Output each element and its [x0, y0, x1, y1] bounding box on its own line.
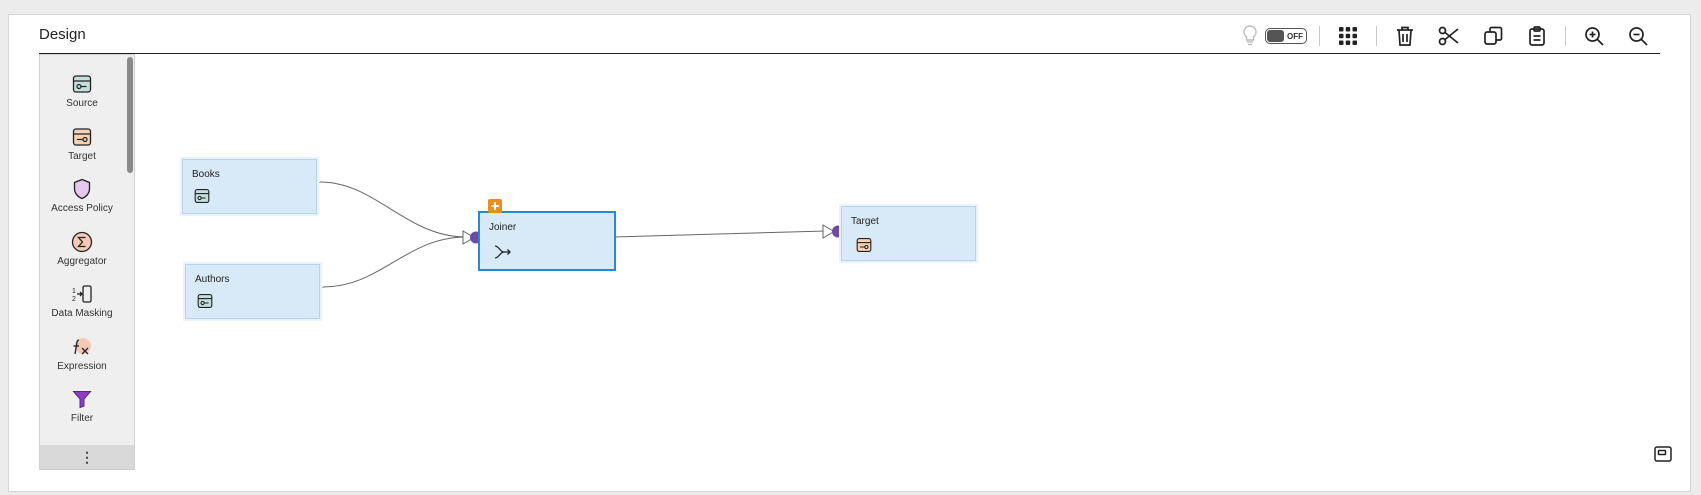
palette-item-label: Aggregator [57, 256, 107, 267]
palette-item-label: Target [68, 151, 96, 162]
zoom-in-icon[interactable] [1572, 23, 1616, 49]
palette-item-label: Data Masking [51, 308, 113, 319]
toolbar: OFF [1237, 23, 1660, 49]
toolbar-divider [1319, 26, 1320, 46]
add-badge[interactable] [488, 199, 502, 213]
trash-icon[interactable] [1383, 23, 1427, 49]
palette-item-target[interactable]: Target [40, 126, 124, 162]
palette-item-aggregator[interactable]: Aggregator [40, 231, 124, 267]
palette-item-filter[interactable]: Filter [40, 388, 124, 424]
recommendation-toggle[interactable]: OFF [1265, 28, 1307, 44]
node-authors[interactable]: Authors [185, 264, 320, 319]
data-masking-icon: 12 [40, 283, 124, 305]
node-label: Joiner [489, 222, 517, 233]
palette-item-data-masking[interactable]: 12 Data Masking [40, 283, 124, 319]
node-joiner[interactable]: Joiner [478, 211, 616, 271]
palette-item-source[interactable]: Source [40, 73, 124, 109]
svg-text:2: 2 [72, 296, 76, 303]
node-label: Authors [195, 274, 230, 285]
palette-more-button[interactable]: ⋮ [40, 445, 134, 469]
svg-text:1: 1 [72, 288, 76, 295]
design-panel: Design OFF Source Target Access Policy A… [8, 14, 1691, 492]
more-icon: ⋮ [80, 448, 94, 465]
palette-item-label: Access Policy [51, 203, 113, 214]
filter-icon [40, 388, 124, 410]
node-target[interactable]: Target [841, 206, 976, 261]
palette-item-label: Expression [57, 361, 107, 372]
shield-icon [40, 178, 124, 200]
source-icon [40, 73, 124, 95]
mapping-canvas[interactable]: Books Authors Joiner Target [136, 54, 1690, 491]
plus-icon [491, 202, 499, 210]
target-icon [856, 237, 872, 258]
palette-item-access-policy[interactable]: Access Policy [40, 178, 124, 214]
toggle-label: OFF [1287, 31, 1303, 41]
connection-wires [307, 175, 844, 295]
sigma-icon [40, 231, 124, 253]
expression-icon [40, 336, 124, 358]
toolbar-divider [1376, 26, 1377, 46]
minimap-icon[interactable] [1654, 446, 1672, 467]
palette-item-expression[interactable]: Expression [40, 336, 124, 372]
copy-icon[interactable] [1471, 23, 1515, 49]
node-label: Target [851, 216, 879, 227]
link-books-joiner [319, 181, 467, 238]
source-icon [197, 293, 213, 314]
source-icon [194, 188, 210, 209]
paste-icon[interactable] [1515, 23, 1559, 49]
toolbar-divider [1565, 26, 1566, 46]
joiner-icon [494, 244, 512, 265]
page-title: Design [39, 26, 86, 43]
scissors-icon[interactable] [1427, 23, 1471, 49]
palette-scrollbar[interactable] [127, 57, 133, 173]
node-label: Books [192, 169, 220, 180]
grid-icon[interactable] [1326, 23, 1370, 49]
link-joiner-target [613, 230, 827, 238]
lightbulb-icon[interactable] [1237, 23, 1263, 49]
node-books[interactable]: Books [182, 159, 317, 214]
toggle-knob [1267, 30, 1284, 42]
link-authors-joiner [322, 236, 467, 288]
zoom-out-icon[interactable] [1616, 23, 1660, 49]
target-icon [40, 126, 124, 148]
palette-item-label: Source [66, 98, 98, 109]
palette-item-label: Filter [70, 413, 94, 424]
transformation-palette: Source Target Access Policy Aggregator 1… [39, 54, 135, 470]
